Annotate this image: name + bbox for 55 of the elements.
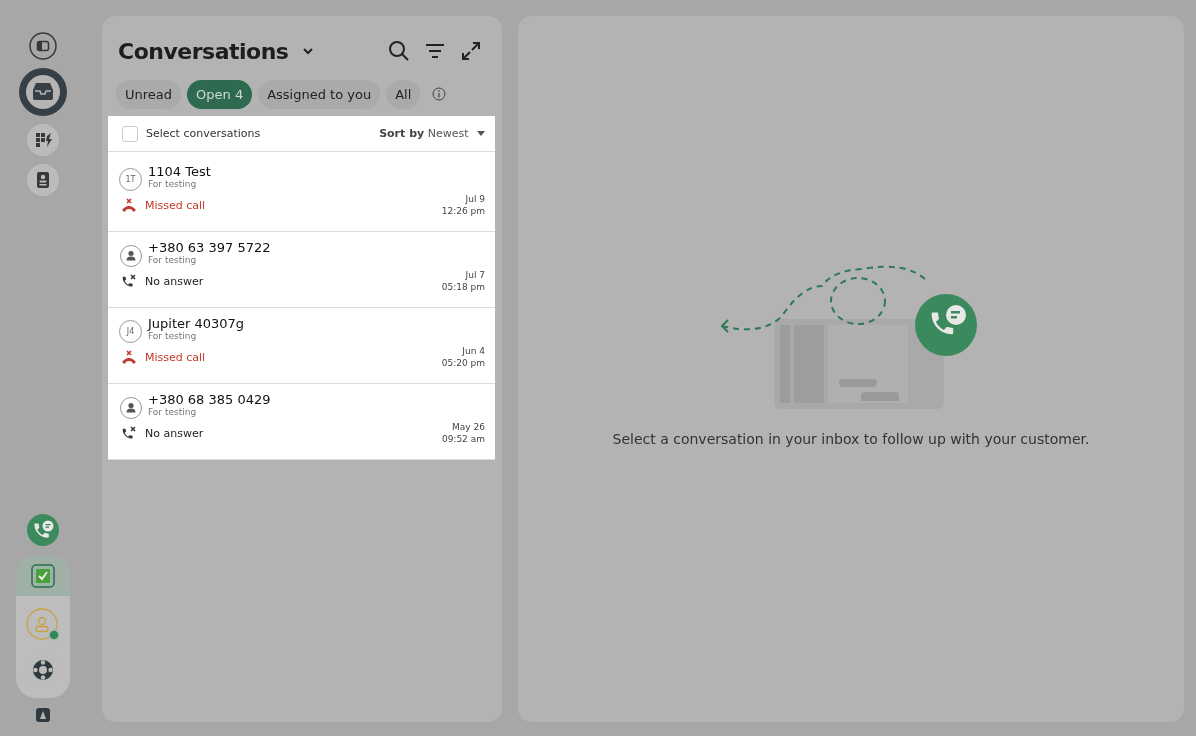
conversation-date: May 26: [452, 421, 485, 433]
call-status: Missed call: [145, 198, 206, 212]
phone-chat-icon: [27, 514, 59, 546]
panel-toggle-icon: [29, 32, 57, 60]
person-avatar-icon: [119, 396, 142, 419]
filter-tab[interactable]: Assigned to you: [258, 79, 381, 109]
contact-subtitle: For testing: [148, 331, 198, 341]
contact-book-icon: [27, 164, 59, 196]
logo-icon: [36, 708, 50, 722]
checklist-icon: [31, 564, 55, 588]
user-status-icon: [26, 608, 60, 642]
panel-title: Conversations: [118, 38, 289, 64]
contact-subtitle: For testing: [148, 179, 198, 189]
nav-inbox-button[interactable]: [19, 68, 67, 116]
missed-call-icon: [121, 197, 137, 213]
call-status: No answer: [145, 426, 204, 440]
contact-name: Jupiter 40307g: [148, 316, 245, 331]
sort-dropdown[interactable]: Sort by Newest: [379, 127, 485, 140]
person-avatar-icon: [119, 244, 142, 267]
call-status: No answer: [145, 274, 204, 288]
conversation-item[interactable]: +380 63 397 5722 For testing No answer Jul 7 05:18 pm: [108, 232, 495, 308]
nav-apps-button[interactable]: [27, 124, 59, 156]
conversation-item[interactable]: J4 Jupiter 40307g For testing Missed call Jun 4 05:20 pm: [108, 308, 495, 384]
filter-tab[interactable]: Open 4: [187, 79, 253, 109]
nav-panel-button[interactable]: [29, 32, 57, 60]
contact-name: +380 68 385 0429: [148, 392, 271, 407]
empty-state-message: Select a conversation in your inbox to follow up with your customer.: [612, 431, 1090, 447]
conversation-item[interactable]: +380 68 385 0429 For testing No answer May 26 09:52 am: [108, 384, 495, 460]
apps-icon: [27, 124, 59, 156]
conversation-date: Jul 7: [465, 269, 485, 281]
call-declined-icon: [121, 425, 137, 441]
info-icon: [432, 87, 447, 101]
contact-subtitle: For testing: [148, 407, 198, 417]
conversation-time: 12:26 pm: [441, 205, 485, 217]
call-status: Missed call: [145, 350, 206, 364]
filter-tab[interactable]: Unread: [116, 79, 182, 109]
contact-name: 1104 Test: [148, 164, 211, 179]
contact-subtitle: For testing: [148, 255, 198, 265]
conversation-date: Jul 9: [465, 193, 485, 205]
expand-icon: [460, 40, 482, 62]
filter-tab[interactable]: All: [386, 79, 421, 109]
chevron-down-icon: [302, 47, 315, 55]
search-icon: [388, 40, 410, 62]
missed-call-icon: [121, 349, 137, 365]
conversation-time: 05:20 pm: [441, 357, 485, 369]
conversation-date: Jun 4: [462, 345, 485, 357]
inbox-icon: [19, 68, 67, 116]
caret-icon: [477, 131, 485, 136]
call-declined-icon: [121, 273, 137, 289]
select-all-checkbox[interactable]: [122, 125, 138, 142]
contact-name: +380 63 397 5722: [148, 240, 271, 255]
select-label: Select conversations: [146, 127, 261, 140]
conversation-time: 09:52 am: [441, 433, 485, 445]
nav-contacts-button[interactable]: [27, 164, 59, 196]
conversation-time: 05:18 pm: [441, 281, 485, 293]
